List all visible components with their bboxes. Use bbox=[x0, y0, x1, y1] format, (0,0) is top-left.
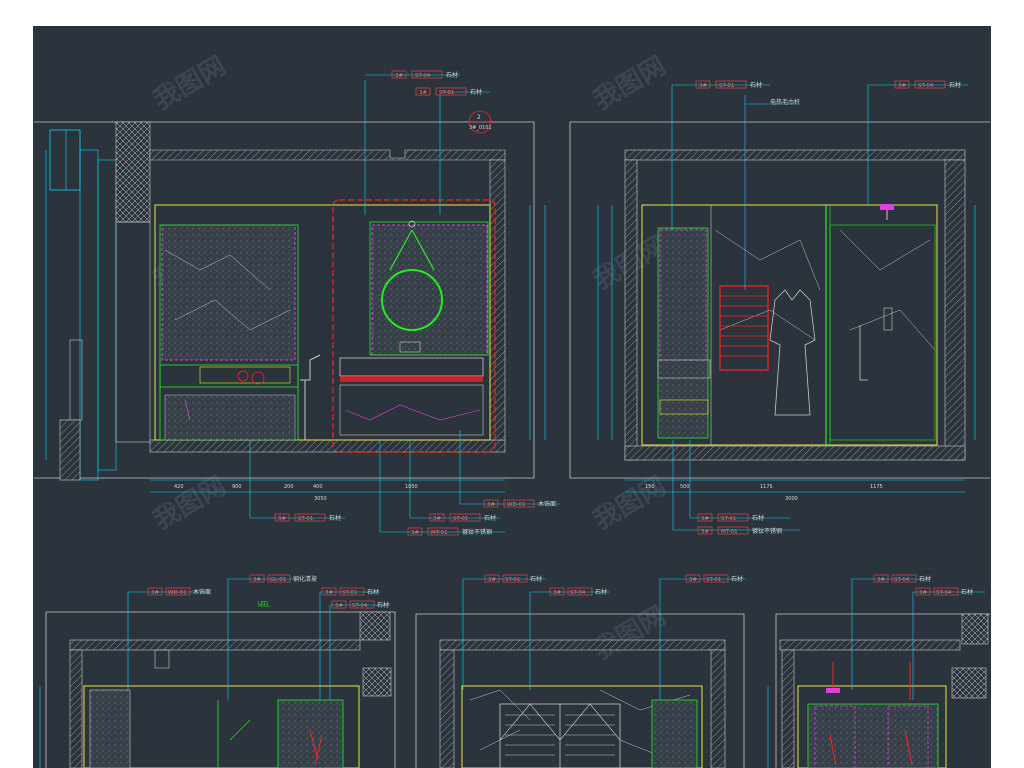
callout-code: ST-04 bbox=[415, 73, 431, 79]
callout-num: 3# bbox=[919, 590, 927, 596]
callout-text: 石材 bbox=[595, 588, 607, 596]
cad-elevation-drawing: 我图网 我图网 我图网 我图网 我图网 我图网 我图网 bbox=[0, 0, 1024, 768]
dimension-value: 500 bbox=[680, 484, 690, 490]
callout-text: 石材 bbox=[919, 575, 931, 583]
callout-num: 3# bbox=[433, 516, 441, 522]
callout-text: 镀钛不锈钢 bbox=[752, 527, 782, 535]
callout-text: 石材 bbox=[329, 514, 341, 522]
callout-text: 石材 bbox=[949, 81, 961, 89]
callout-num: 3# bbox=[701, 516, 709, 522]
callout-text: 石材 bbox=[446, 71, 458, 79]
callout-text: 石材 bbox=[752, 514, 764, 522]
callout-num: 3# bbox=[278, 516, 286, 522]
callout-code: ST-04 bbox=[918, 83, 934, 89]
towel-rail-label: 电热毛巾杆 bbox=[770, 98, 800, 106]
callout-code: WD-01 bbox=[168, 590, 187, 596]
callout-num: 3# bbox=[689, 577, 697, 583]
callout-num: 3# bbox=[325, 590, 333, 596]
callout-num: 3# bbox=[877, 577, 885, 583]
callout-code: MT-01 bbox=[721, 529, 738, 535]
callout-code: MT-01 bbox=[431, 530, 448, 536]
led-label: LED bbox=[258, 601, 268, 607]
callout-num: 3# bbox=[487, 502, 495, 508]
callout-text: 石材 bbox=[961, 588, 973, 596]
dimension-value: 200 bbox=[284, 484, 294, 490]
dimension-value: 150 bbox=[645, 484, 655, 490]
callout-num: 3# bbox=[419, 90, 427, 96]
callout-num: 3# bbox=[699, 83, 707, 89]
callout-code: WD-01 bbox=[507, 502, 526, 508]
callout-code: ST-01 bbox=[342, 590, 357, 596]
callout-code: ST-04 bbox=[936, 590, 952, 596]
callout-num: 3# bbox=[488, 577, 496, 583]
callout-code: ST-04 bbox=[894, 577, 910, 583]
callout-text: 石材 bbox=[731, 575, 743, 583]
dimension-total: 3000 bbox=[785, 496, 798, 502]
dimension-value: 900 bbox=[232, 484, 242, 490]
callout-num: 3# bbox=[253, 577, 261, 583]
dimension-value: 1050 bbox=[405, 484, 418, 490]
callout-text: 石材 bbox=[484, 514, 496, 522]
dimension-value: 1175 bbox=[760, 484, 773, 490]
callout-num: 3# bbox=[411, 530, 419, 536]
callout-text: 镀钛不锈钢 bbox=[462, 528, 492, 536]
callout-text: 钢化清玻 bbox=[293, 575, 317, 583]
callout-num: 3# bbox=[701, 529, 709, 535]
callout-text: 石材 bbox=[367, 588, 379, 596]
callout-text: 石材 bbox=[530, 575, 542, 583]
callout-code: ST-01 bbox=[721, 516, 736, 522]
callout-num: 3# bbox=[151, 590, 159, 596]
callout-num: 3# bbox=[553, 590, 561, 596]
dimension-value: 420 bbox=[174, 484, 184, 490]
callout-code: ST-04 bbox=[352, 603, 368, 609]
callout-text: 石材 bbox=[750, 81, 762, 89]
dimension-value: 1175 bbox=[870, 484, 883, 490]
callout-code: ST-01 bbox=[298, 516, 313, 522]
callout-code: ST-01 bbox=[453, 516, 468, 522]
dimension-total: 3050 bbox=[314, 496, 327, 502]
callout-num: 3# bbox=[395, 73, 403, 79]
detail-marker-ref: 3#_0101 bbox=[469, 125, 492, 131]
callout-code: ST-01 bbox=[719, 83, 734, 89]
callout-code: ST-04 bbox=[570, 590, 586, 596]
callout-text: 木饰面 bbox=[538, 500, 556, 508]
detail-marker-number: 2 bbox=[477, 114, 481, 121]
callout-text: 石材 bbox=[377, 601, 389, 609]
callout-num: 3# bbox=[335, 603, 343, 609]
callout-text: 木饰面 bbox=[193, 588, 211, 596]
callout-code: ST-01 bbox=[505, 577, 520, 583]
callout-code: GL-01 bbox=[270, 577, 286, 583]
dimension-value: 400 bbox=[313, 484, 323, 490]
callout-code: ST-01 bbox=[439, 90, 454, 96]
callout-text: 石材 bbox=[470, 88, 482, 96]
callout-code: ST-01 bbox=[706, 577, 721, 583]
callout-num: 3# bbox=[898, 83, 906, 89]
